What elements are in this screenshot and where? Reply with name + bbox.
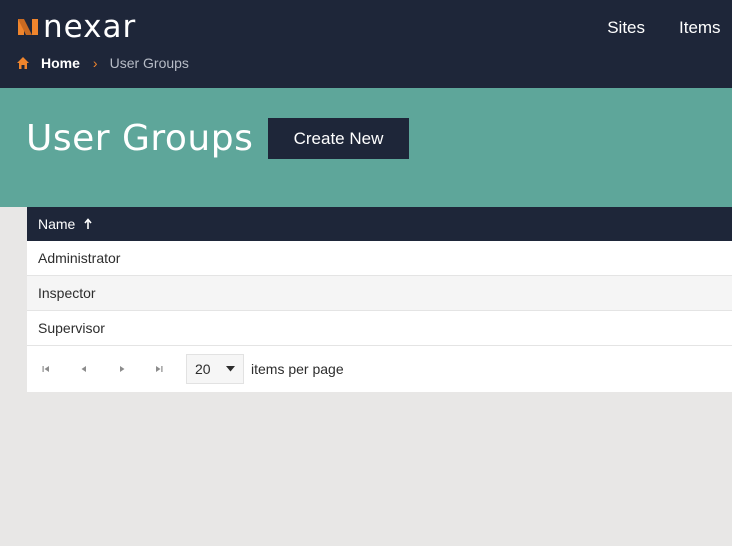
items-per-page-label: items per page (251, 361, 344, 377)
breadcrumb-current: User Groups (109, 55, 189, 71)
row-name-cell: Supervisor (38, 320, 105, 336)
top-bar: nexar Sites Items Home › User Groups (0, 0, 732, 88)
page-size-dropdown[interactable]: 20 (186, 354, 244, 384)
page-size-value: 20 (195, 361, 211, 377)
nexar-logo-icon (18, 19, 38, 35)
table-row[interactable]: Administrator (27, 241, 732, 276)
last-page-icon[interactable] (149, 346, 169, 392)
logo[interactable]: nexar (18, 9, 137, 45)
row-name-cell: Administrator (38, 250, 121, 266)
nav-sites[interactable]: Sites (607, 18, 645, 38)
row-name-cell: Inspector (38, 285, 96, 301)
create-new-button[interactable]: Create New (268, 118, 409, 159)
chevron-right-icon: › (92, 55, 98, 71)
table-row[interactable]: Inspector (27, 276, 732, 311)
caret-down-icon (226, 366, 235, 372)
column-header-name[interactable]: Name (27, 207, 732, 241)
nav-items[interactable]: Items (679, 18, 732, 38)
sort-ascending-icon (83, 218, 93, 230)
previous-page-icon[interactable] (74, 346, 94, 392)
user-groups-grid: Name Administrator Inspector Supervisor (27, 207, 732, 392)
next-page-icon[interactable] (112, 346, 132, 392)
column-header-label: Name (38, 216, 76, 232)
table-row[interactable]: Supervisor (27, 311, 732, 346)
page-title: User Groups (26, 118, 254, 159)
first-page-icon[interactable] (36, 346, 56, 392)
top-nav: Sites Items (607, 18, 732, 38)
breadcrumb: Home › User Groups (16, 55, 189, 71)
pager: 20 items per page (27, 346, 732, 392)
breadcrumb-home[interactable]: Home (41, 55, 80, 71)
brand-name: nexar (43, 9, 137, 45)
home-icon[interactable] (16, 56, 30, 70)
page-header: User Groups Create New (0, 88, 732, 207)
